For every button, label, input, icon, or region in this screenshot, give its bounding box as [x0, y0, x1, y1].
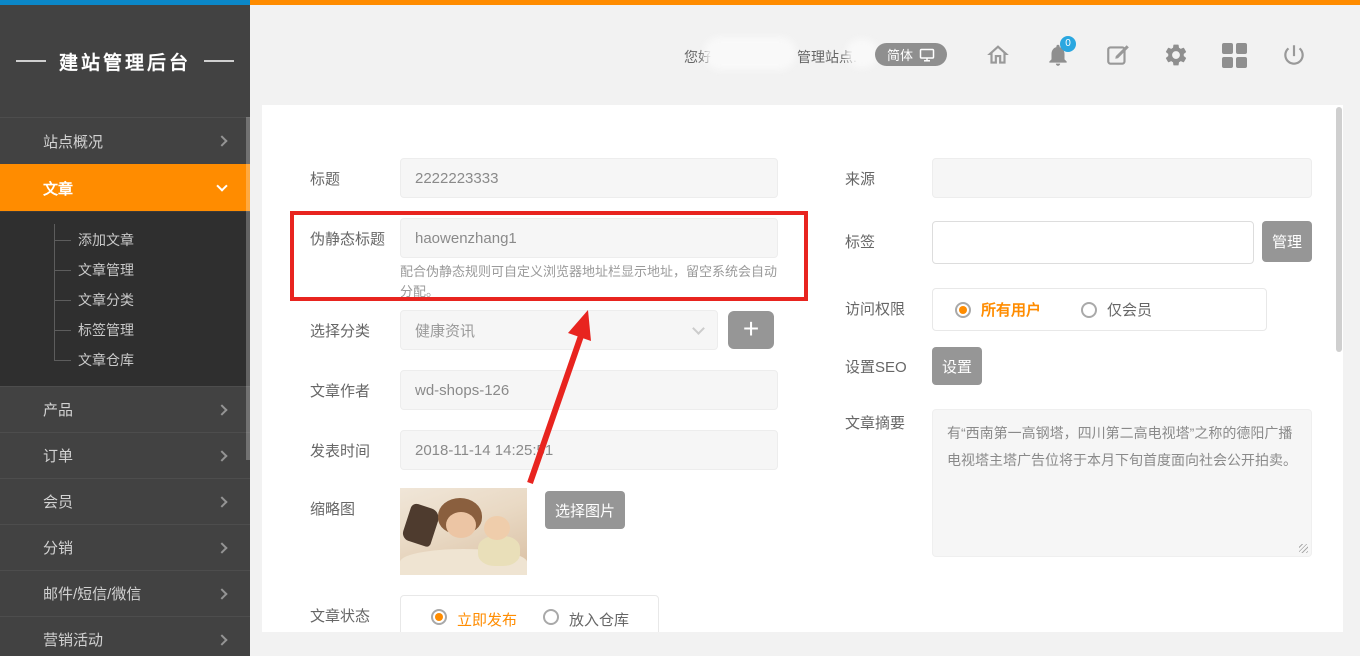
source-input[interactable] — [932, 158, 1312, 198]
publish-time-input[interactable]: 2018-11-14 14:25:51 — [400, 430, 778, 470]
settings-gear-icon[interactable] — [1163, 42, 1189, 68]
chevron-right-icon — [216, 634, 227, 645]
access-label: 访问权限 — [845, 288, 905, 328]
chevron-right-icon — [216, 135, 227, 146]
language-pill[interactable]: 简体 — [875, 43, 947, 66]
resize-handle[interactable] — [1299, 544, 1308, 553]
access-option-members-label: 仅会员 — [1107, 299, 1152, 320]
title-input[interactable]: 2222223333 — [400, 158, 778, 198]
status-option-publish-label: 立即发布 — [457, 609, 517, 630]
category-select[interactable]: 健康资讯 — [400, 310, 718, 350]
logout-power-icon[interactable] — [1281, 42, 1307, 68]
submenu-item-article-category[interactable]: 文章分类 — [0, 285, 250, 315]
chevron-right-icon — [216, 404, 227, 415]
chevron-right-icon — [216, 542, 227, 553]
sidebar-item-articles[interactable]: 文章 — [0, 164, 250, 211]
chevron-right-icon — [216, 588, 227, 599]
home-icon[interactable] — [985, 42, 1011, 68]
submenu-item-add-article[interactable]: 添加文章 — [0, 225, 250, 255]
summary-label: 文章摘要 — [845, 402, 905, 442]
slug-input[interactable]: haowenzhang1 — [400, 218, 778, 258]
summary-text: 有“西南第一高钢塔，四川第二高电视塔”之称的德阳广播电视塔主塔广告位将于本月下旬… — [947, 425, 1297, 468]
language-label: 简体 — [887, 45, 913, 64]
notification-badge: 0 — [1060, 36, 1076, 52]
sidebar-item-label: 文章 — [43, 178, 73, 199]
sidebar-item-label: 分销 — [43, 537, 73, 558]
sidebar-item-site-overview[interactable]: 站点概况 — [0, 117, 250, 164]
tags-input[interactable] — [932, 221, 1254, 264]
summary-textarea[interactable]: 有“西南第一高钢塔，四川第二高电视塔”之称的德阳广播电视塔主塔广告位将于本月下旬… — [932, 409, 1312, 557]
add-category-button[interactable]: + — [728, 311, 774, 349]
title-label: 标题 — [310, 158, 340, 198]
logo-dash-left — [16, 60, 46, 62]
slug-hint: 配合伪静态规则可自定义浏览器地址栏显示地址，留空系统会自动分配。 — [400, 262, 782, 302]
content-scrollbar[interactable] — [1336, 107, 1342, 352]
sidebar-item-members[interactable]: 会员 — [0, 478, 250, 524]
chevron-down-icon — [692, 322, 705, 335]
category-label: 选择分类 — [310, 310, 370, 350]
logo-dash-right — [204, 60, 234, 62]
access-option-all-users-label: 所有用户 — [981, 299, 1041, 320]
chevron-down-icon — [216, 180, 227, 191]
sidebar-item-label: 会员 — [43, 491, 73, 512]
thumbnail-image — [400, 488, 527, 575]
topbar: 您好 管理站点: 简体 0 — [250, 0, 1360, 105]
access-radio-all-users[interactable] — [955, 302, 971, 318]
author-input[interactable]: wd-shops-126 — [400, 370, 778, 410]
submenu-item-article-management[interactable]: 文章管理 — [0, 255, 250, 285]
sidebar-item-mail-sms-wechat[interactable]: 邮件/短信/微信 — [0, 570, 250, 616]
tags-label: 标签 — [845, 221, 875, 261]
apps-grid-icon[interactable] — [1222, 42, 1248, 68]
monitor-icon — [919, 48, 935, 62]
sidebar-item-products[interactable]: 产品 — [0, 386, 250, 432]
submenu-item-tag-management[interactable]: 标签管理 — [0, 315, 250, 345]
status-radio-publish[interactable] — [431, 609, 447, 625]
thumbnail-label: 缩略图 — [310, 488, 355, 528]
chevron-right-icon — [216, 450, 227, 461]
access-option-group: 所有用户 仅会员 — [932, 288, 1267, 331]
choose-image-button[interactable]: 选择图片 — [545, 491, 625, 529]
manage-site-label: 管理站点: — [797, 47, 857, 67]
article-edit-form: 标题 2222223333 伪静态标题 haowenzhang1 配合伪静态规则… — [262, 105, 1343, 632]
seo-settings-button[interactable]: 设置 — [932, 347, 982, 385]
status-option-warehouse-label: 放入仓库 — [569, 609, 629, 630]
app-logo-text: 建站管理后台 — [59, 48, 191, 75]
sidebar-item-label: 产品 — [43, 399, 73, 420]
articles-submenu: 添加文章 文章管理 文章分类 标签管理 文章仓库 — [0, 211, 250, 386]
source-label: 来源 — [845, 158, 875, 198]
sidebar: 建站管理后台 站点概况 文章 添加文章 文章管理 文章分类 标签管理 文章仓库 … — [0, 0, 250, 656]
seo-label: 设置SEO — [845, 347, 907, 385]
sidebar-item-label: 营销活动 — [43, 629, 103, 650]
sidebar-item-label: 邮件/短信/微信 — [43, 583, 141, 604]
access-radio-members-only[interactable] — [1081, 302, 1097, 318]
sidebar-item-marketing[interactable]: 营销活动 — [0, 616, 250, 656]
username-blurred — [710, 43, 790, 64]
edit-icon[interactable] — [1105, 42, 1131, 68]
category-selected-value: 健康资讯 — [415, 320, 475, 341]
submenu-item-article-warehouse[interactable]: 文章仓库 — [0, 345, 250, 375]
sidebar-item-label: 订单 — [43, 445, 73, 466]
topbar-strip — [250, 0, 1360, 5]
slug-label: 伪静态标题 — [310, 218, 385, 258]
manage-tags-button[interactable]: 管理 — [1262, 221, 1312, 262]
publish-time-label: 发表时间 — [310, 430, 370, 470]
author-label: 文章作者 — [310, 370, 370, 410]
greeting-text: 您好 — [684, 47, 712, 67]
chevron-right-icon — [216, 496, 227, 507]
sidebar-item-distribution[interactable]: 分销 — [0, 524, 250, 570]
app-logo: 建站管理后台 — [0, 5, 250, 117]
sidebar-item-orders[interactable]: 订单 — [0, 432, 250, 478]
site-name-blurred — [852, 45, 872, 62]
sidebar-scrollbar[interactable] — [246, 117, 250, 460]
status-radio-warehouse[interactable] — [543, 609, 559, 625]
sidebar-item-label: 站点概况 — [43, 131, 103, 152]
status-label: 文章状态 — [310, 595, 370, 632]
status-option-group: 立即发布 放入仓库 — [400, 595, 659, 632]
